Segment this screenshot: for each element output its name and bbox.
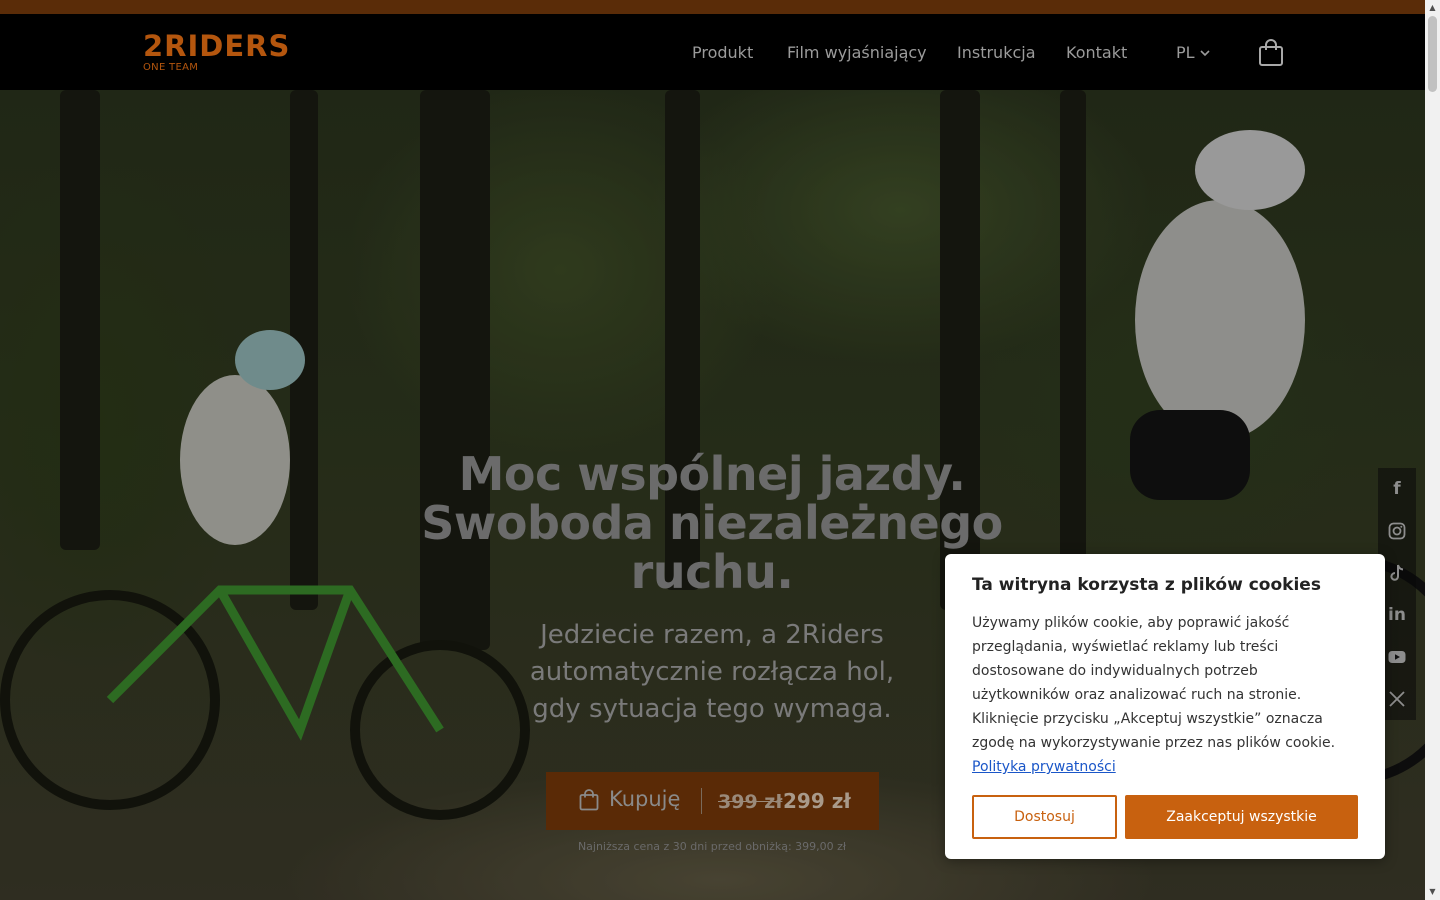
- shopping-bag-icon: [579, 789, 599, 811]
- instagram-icon[interactable]: [1378, 510, 1416, 552]
- shopping-bag-icon[interactable]: [1258, 39, 1284, 67]
- old-price: 399 zł: [718, 791, 783, 813]
- lowest-price-note: Najniższa cena z 30 dni przed obniżką: 3…: [577, 840, 847, 853]
- cookie-dialog-title: Ta witryna korzysta z plików cookies: [972, 575, 1321, 595]
- cookie-dialog-body: Używamy plików cookie, aby poprawić jako…: [972, 615, 1336, 751]
- customize-button[interactable]: Dostosuj: [972, 795, 1117, 839]
- hero-subtitle-line: gdy sytuacja tego wymaga.: [532, 694, 892, 724]
- accept-all-button[interactable]: Zaakceptuj wszystkie: [1125, 795, 1358, 839]
- nav-item-produkt[interactable]: Produkt: [692, 43, 753, 62]
- nav-item-kontakt[interactable]: Kontakt: [1066, 43, 1127, 62]
- hero-subtitle-line: Jedziecie razem, a 2Riders: [540, 620, 884, 650]
- hero-title-line: Moc wspólnej jazdy.: [458, 447, 966, 501]
- logo-wordmark: 2RIDERS: [143, 29, 291, 63]
- privacy-policy-link[interactable]: Polityka prywatności: [972, 759, 1116, 775]
- buy-button[interactable]: Kupuję 399 zł 299 zł: [546, 772, 879, 830]
- scroll-up-arrow-icon[interactable]: ▲: [1425, 2, 1440, 14]
- facebook-icon[interactable]: f: [1378, 468, 1416, 510]
- buy-button-divider: [701, 788, 702, 814]
- hero-title-line: Swoboda niezależnego: [421, 496, 1003, 550]
- page-scrollbar[interactable]: ▲ ▼: [1425, 0, 1440, 900]
- scroll-down-arrow-icon[interactable]: ▼: [1425, 886, 1440, 898]
- language-label: PL: [1176, 43, 1195, 62]
- cookie-consent-dialog: Ta witryna korzysta z plików cookies Uży…: [945, 554, 1385, 859]
- nav-item-film[interactable]: Film wyjaśniający: [787, 43, 927, 62]
- top-accent-bar: [0, 0, 1425, 14]
- cookie-dialog-text: Używamy plików cookie, aby poprawić jako…: [972, 611, 1342, 779]
- logo[interactable]: 2RIDERS ONE TEAM: [143, 32, 290, 74]
- buy-button-label: Kupuję: [609, 787, 681, 811]
- logo-tagline: ONE TEAM: [143, 62, 199, 73]
- hero-subtitle: Jedziecie razem, a 2Riders automatycznie…: [462, 617, 962, 728]
- site-header: 2RIDERS ONE TEAM Produkt Film wyjaśniają…: [0, 14, 1425, 90]
- new-price: 299 zł: [783, 789, 851, 813]
- scrollbar-thumb[interactable]: [1428, 16, 1437, 92]
- chevron-down-icon: [1199, 49, 1210, 56]
- hero-subtitle-line: automatycznie rozłącza hol,: [529, 657, 895, 687]
- nav-item-instrukcja[interactable]: Instrukcja: [957, 43, 1036, 62]
- language-selector[interactable]: PL: [1176, 43, 1210, 62]
